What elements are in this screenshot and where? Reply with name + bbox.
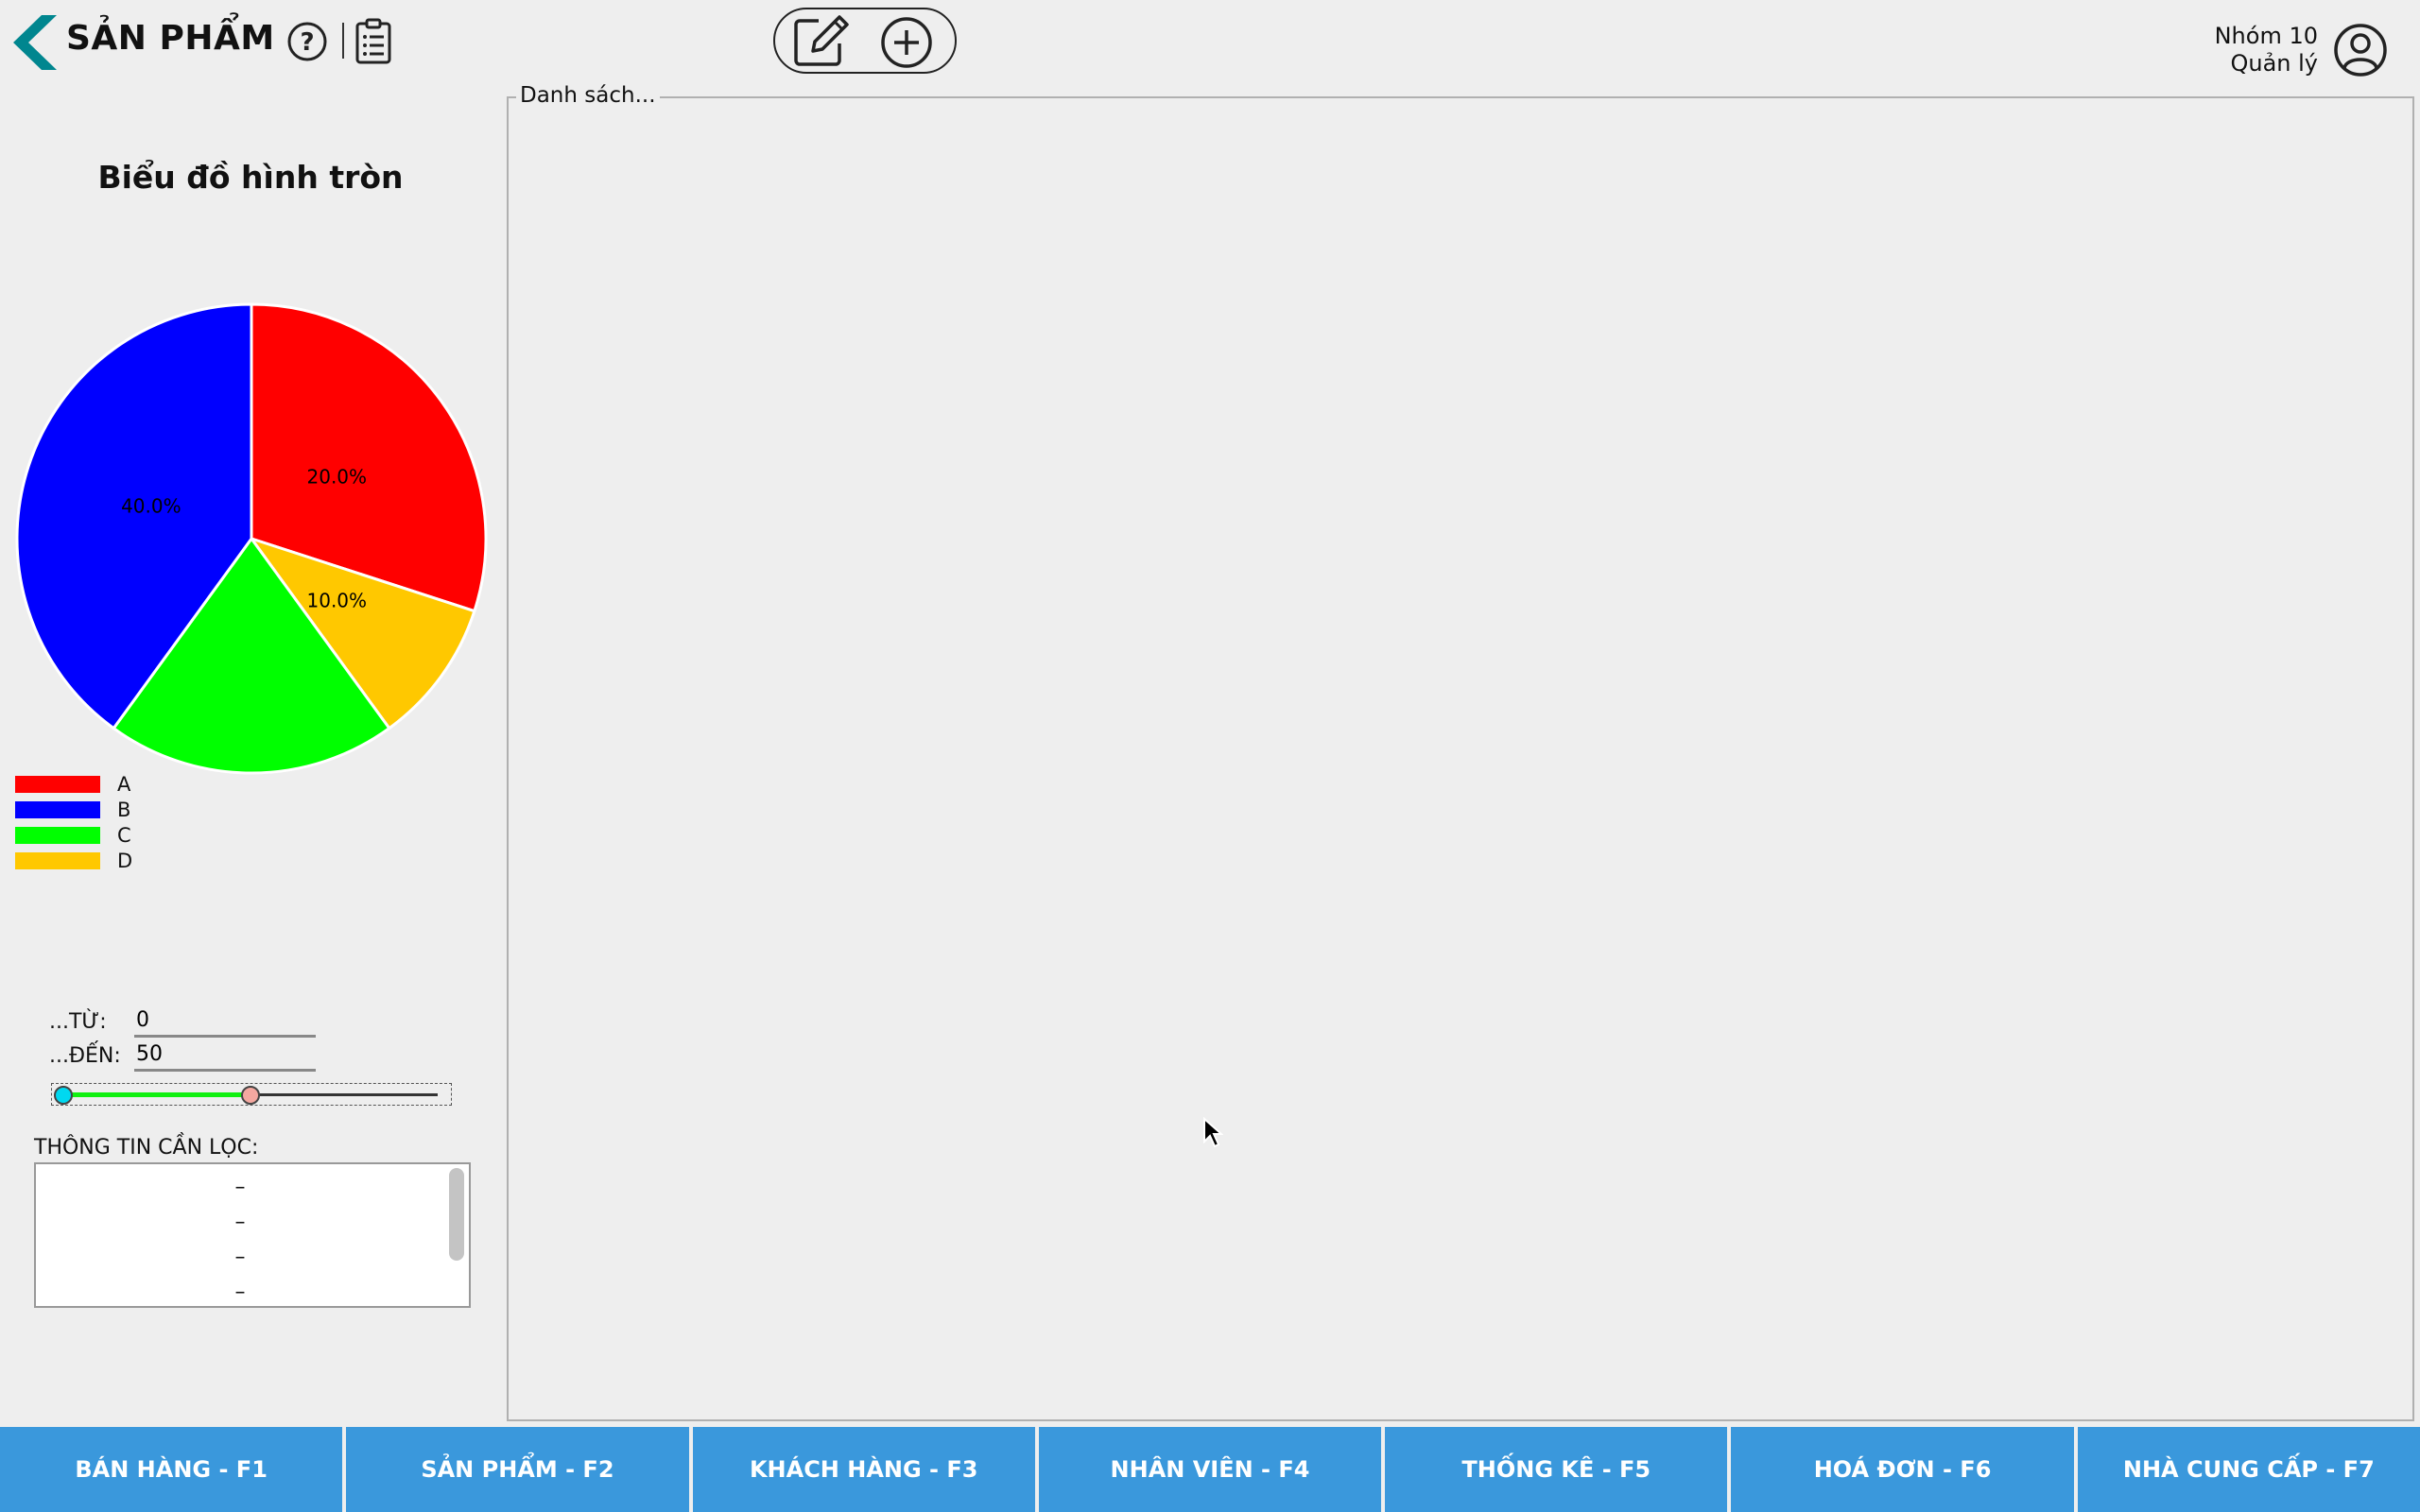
- user-avatar-icon: [2334, 24, 2387, 77]
- nav-button-f3[interactable]: KHÁCH HÀNG - F3: [692, 1427, 1035, 1512]
- add-button[interactable]: [879, 15, 934, 70]
- product-list-panel[interactable]: [507, 96, 2414, 1421]
- filter-info-item[interactable]: –: [36, 1280, 444, 1315]
- range-to-label: ...ĐẾN:: [49, 1043, 121, 1068]
- legend-item: D: [15, 848, 132, 873]
- range-from-row: ...TỪ:: [49, 1005, 316, 1038]
- user-role: Quản lý: [2230, 50, 2318, 77]
- legend-swatch: [15, 800, 100, 818]
- avatar[interactable]: [2333, 23, 2388, 77]
- edit-icon: [794, 15, 849, 66]
- page-title: SẢN PHẨM: [66, 19, 275, 58]
- nav-button-f6[interactable]: HOÁ ĐƠN - F6: [1731, 1427, 2074, 1512]
- filter-info-item[interactable]: –: [36, 1211, 444, 1246]
- legend-item: A: [15, 771, 132, 797]
- legend-swatch: [15, 851, 100, 869]
- back-chevron-icon: [13, 15, 57, 70]
- legend-item: B: [15, 797, 132, 822]
- edit-button[interactable]: [792, 13, 851, 68]
- filter-list-scrollbar[interactable]: [449, 1168, 464, 1261]
- range-slider[interactable]: [51, 1083, 452, 1106]
- chart-legend: ABCD: [15, 771, 132, 873]
- header-divider: [342, 23, 344, 59]
- legend-swatch: [15, 775, 100, 793]
- filter-info-list[interactable]: – – – –: [34, 1162, 471, 1308]
- user-info: Nhóm 10 Quản lý: [2215, 23, 2318, 77]
- add-circle-icon: [881, 17, 932, 68]
- legend-label: A: [117, 772, 131, 796]
- list-panel-title: Danh sách...: [516, 83, 660, 108]
- filter-info-item[interactable]: –: [36, 1246, 444, 1280]
- legend-label: C: [117, 823, 131, 847]
- legend-label: B: [117, 798, 131, 821]
- help-button[interactable]: ?: [286, 21, 328, 62]
- nav-button-f4[interactable]: NHÂN VIÊN - F4: [1038, 1427, 1382, 1512]
- pie-chart: 20.0% 10.0% 40.0%: [15, 302, 488, 775]
- svg-text:?: ?: [300, 28, 314, 57]
- pie-label-d: 10.0%: [307, 590, 368, 612]
- bottom-nav: BÁN HÀNG - F1 SẢN PHẨM - F2 KHÁCH HÀNG - F…: [0, 1427, 2420, 1512]
- report-list-button[interactable]: [354, 18, 392, 65]
- nav-button-f1[interactable]: BÁN HÀNG - F1: [0, 1427, 343, 1512]
- filter-info-item[interactable]: –: [36, 1176, 444, 1211]
- legend-item: C: [15, 822, 132, 848]
- chart-title: Biểu đồ hình tròn: [97, 159, 404, 196]
- legend-label: D: [117, 849, 133, 872]
- range-to-row: ...ĐẾN:: [49, 1040, 316, 1072]
- clipboard-list-icon: [355, 18, 391, 64]
- slider-high-knob[interactable]: [241, 1086, 260, 1105]
- slider-low-knob[interactable]: [54, 1086, 73, 1105]
- user-group-name: Nhóm 10: [2214, 23, 2318, 49]
- nav-button-f5[interactable]: THỐNG KÊ - F5: [1385, 1427, 1728, 1512]
- range-from-label: ...TỪ:: [49, 1009, 107, 1034]
- range-from-input[interactable]: [134, 1005, 316, 1038]
- legend-swatch: [15, 826, 100, 844]
- nav-button-f7[interactable]: NHÀ CUNG CẤP - F7: [2077, 1427, 2420, 1512]
- filter-info-title: THÔNG TIN CẦN LỌC:: [34, 1136, 259, 1160]
- range-to-input[interactable]: [134, 1040, 316, 1072]
- nav-button-f2[interactable]: SẢN PHẨM - F2: [346, 1427, 689, 1512]
- slider-fill: [63, 1092, 251, 1097]
- pie-label-b: 40.0%: [121, 495, 182, 518]
- mouse-cursor-icon: [1203, 1117, 1223, 1148]
- back-button[interactable]: [6, 13, 60, 72]
- pie-label-a: 20.0%: [307, 465, 368, 488]
- help-icon: ?: [287, 22, 327, 61]
